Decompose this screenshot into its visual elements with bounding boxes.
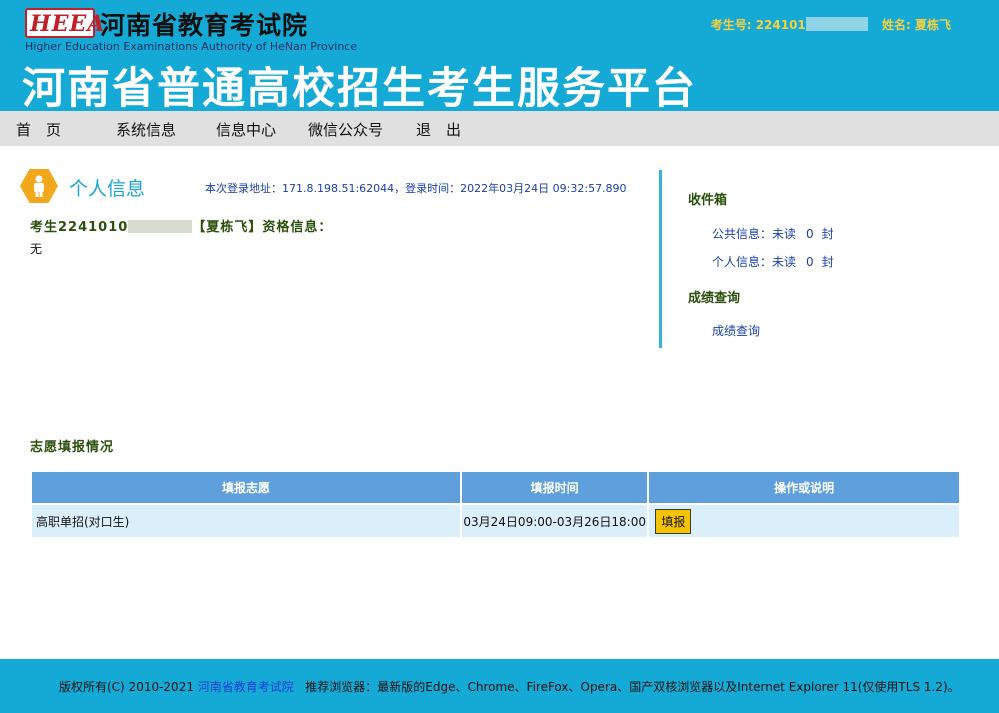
public-messages-unit: 封 bbox=[821, 227, 834, 241]
logo-text: HEEA bbox=[30, 11, 106, 37]
wish-section-title: 志愿填报情况 bbox=[30, 440, 115, 455]
public-messages-label: 公共信息：未读 bbox=[712, 227, 797, 241]
copyright: 版权所有(C) 2010-2021 bbox=[59, 680, 194, 694]
score-query-link[interactable]: 成绩查询 bbox=[712, 322, 760, 339]
name-label: 姓名: bbox=[881, 18, 911, 32]
nav-system-info[interactable]: 系统信息 bbox=[116, 119, 176, 140]
wish-name-cell: 高职单招(对口生) bbox=[32, 503, 461, 537]
user-info: 考生号: 224101 姓名: 夏栋飞 bbox=[711, 16, 951, 33]
private-messages-unit: 封 bbox=[821, 255, 834, 269]
heea-logo: HEEA bbox=[25, 8, 104, 38]
table-row: 高职单招(对口生) 03月24日09:00-03月26日18:00 填报 bbox=[32, 503, 959, 537]
header: HEEA 河南省教育考试院 Higher Education Examinati… bbox=[0, 0, 999, 114]
personal-info-title: 个人信息 bbox=[69, 178, 146, 200]
private-messages-label: 个人信息：未读 bbox=[712, 255, 797, 269]
divider bbox=[659, 170, 662, 348]
org-link[interactable]: 河南省教育考试院 bbox=[198, 680, 294, 694]
col-header-action: 操作或说明 bbox=[649, 472, 959, 503]
org-name: 河南省教育考试院 bbox=[100, 11, 309, 40]
footer-text: 版权所有(C) 2010-2021 河南省教育考试院 推荐浏览器：最新版的Edg… bbox=[59, 678, 960, 695]
nav-bar: 首 页 系统信息 信息中心 微信公众号 退 出 bbox=[0, 111, 999, 146]
wish-action-cell: 填报 bbox=[649, 503, 959, 537]
name-value: 夏栋飞 bbox=[914, 18, 951, 32]
browser-note: 推荐浏览器：最新版的Edge、Chrome、FireFox、Opera、国产双核… bbox=[305, 680, 960, 694]
exam-id-value: 224101 bbox=[755, 18, 806, 32]
nav-logout[interactable]: 退 出 bbox=[416, 119, 461, 140]
score-query-title: 成绩查询 bbox=[688, 291, 741, 306]
person-glyph bbox=[34, 175, 44, 197]
private-messages-link[interactable]: 个人信息：未读 0 封 bbox=[712, 253, 834, 270]
qual-prefix: 考生2241010 bbox=[30, 220, 129, 235]
login-info: 本次登录地址：171.8.198.51:62044，登录时间：2022年03月2… bbox=[205, 182, 627, 195]
qualification-value: 无 bbox=[30, 242, 43, 256]
redacted-block bbox=[128, 220, 193, 233]
exam-id-label: 考生号: bbox=[710, 18, 752, 32]
nav-info-center[interactable]: 信息中心 bbox=[216, 119, 276, 140]
wish-table: 填报志愿 填报时间 操作或说明 高职单招(对口生) 03月24日09:00-03… bbox=[30, 472, 961, 537]
table-header-row: 填报志愿 填报时间 操作或说明 bbox=[32, 472, 959, 503]
nav-home[interactable]: 首 页 bbox=[16, 119, 61, 140]
redacted-block bbox=[805, 17, 868, 31]
footer: 版权所有(C) 2010-2021 河南省教育考试院 推荐浏览器：最新版的Edg… bbox=[0, 659, 999, 713]
inbox-title: 收件箱 bbox=[688, 193, 728, 208]
wish-time-cell: 03月24日09:00-03月26日18:00 bbox=[462, 503, 648, 537]
private-messages-count: 0 bbox=[806, 255, 814, 269]
col-header-wish: 填报志愿 bbox=[32, 472, 461, 503]
qualification-title: 考生2241010 【夏栋飞】资格信息： bbox=[30, 216, 332, 235]
platform-title: 河南省普通高校招生考生服务平台 bbox=[22, 64, 697, 114]
person-icon bbox=[20, 169, 58, 203]
qual-suffix: 【夏栋飞】资格信息： bbox=[192, 220, 333, 235]
fill-button[interactable]: 填报 bbox=[655, 508, 692, 534]
public-messages-count: 0 bbox=[806, 227, 814, 241]
col-header-time: 填报时间 bbox=[462, 472, 648, 503]
org-name-en: Higher Education Examinations Authority … bbox=[25, 40, 358, 53]
nav-wechat[interactable]: 微信公众号 bbox=[308, 119, 383, 140]
public-messages-link[interactable]: 公共信息：未读 0 封 bbox=[712, 225, 834, 242]
